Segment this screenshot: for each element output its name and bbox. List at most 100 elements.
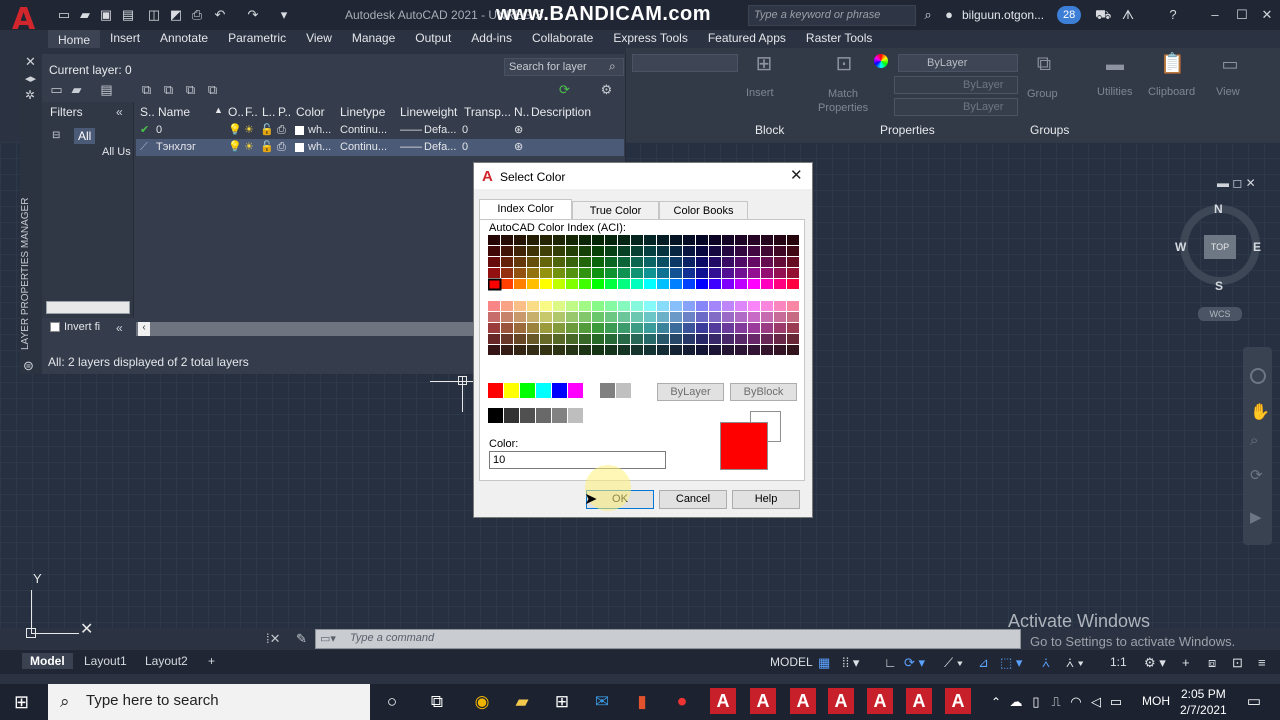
autocad-taskbar-icon[interactable]: A — [828, 688, 854, 714]
office-icon[interactable]: ▮ — [630, 690, 654, 714]
polar-icon[interactable]: ⟳ ▾ — [904, 655, 925, 671]
view-label[interactable]: View — [1216, 86, 1240, 98]
tab-insert[interactable]: Insert — [100, 30, 150, 48]
collapse-filters-icon[interactable]: « — [116, 105, 123, 119]
autocad-taskbar-icon[interactable]: A — [945, 688, 971, 714]
tab-raster-tools[interactable]: Raster Tools — [796, 30, 882, 48]
col-transparency[interactable]: Transp... — [464, 105, 511, 119]
tab-color-books[interactable]: Color Books — [659, 201, 748, 220]
layer-color[interactable]: wh... — [308, 122, 331, 139]
user-icon[interactable]: ● — [941, 7, 957, 23]
set-current-icon[interactable]: ⧉ — [204, 82, 221, 98]
palette-properties-icon[interactable]: ✲ — [25, 88, 35, 102]
minimize-icon[interactable]: – — [1206, 7, 1224, 23]
color-input[interactable] — [489, 451, 666, 469]
autocad-taskbar-icon[interactable]: A — [790, 688, 816, 714]
palette-layer-icon[interactable]: ⊜ — [23, 358, 34, 374]
insert-label[interactable]: Insert — [746, 87, 774, 99]
color-combo[interactable]: ByLayer — [898, 54, 1018, 72]
unlock-icon[interactable]: 🔓 — [260, 122, 274, 139]
col-description[interactable]: Description — [531, 105, 591, 119]
utilities-label[interactable]: Utilities — [1097, 86, 1132, 98]
col-linetype[interactable]: Linetype — [340, 105, 385, 119]
tray-battery-icon[interactable]: ▭ — [1104, 690, 1128, 714]
palette-close-icon[interactable]: ✕ — [25, 54, 36, 70]
windows-start-icon[interactable]: ⊞ — [14, 692, 36, 712]
plot-icon[interactable]: ⎙ — [189, 7, 205, 23]
tab-output[interactable]: Output — [405, 30, 461, 48]
col-color[interactable]: Color — [296, 105, 325, 119]
color-wheel-icon[interactable] — [874, 54, 888, 68]
keyword-search-input[interactable]: Type a keyword or phrase — [748, 5, 916, 26]
clipboard-label[interactable]: Clipboard — [1148, 86, 1195, 98]
maximize-icon[interactable]: ☐ — [1233, 7, 1251, 23]
lineweight-toggle-icon[interactable]: ⊿ — [978, 655, 989, 671]
layer-name[interactable]: Тэнхлэг — [156, 139, 196, 156]
new-layer-icon[interactable]: ⧉ — [138, 82, 155, 98]
tab-manage[interactable]: Manage — [342, 30, 405, 48]
vp-freeze-icon[interactable]: ⊛ — [514, 139, 523, 156]
tab-index-color[interactable]: Index Color — [479, 199, 572, 220]
annotation-monitor-icon[interactable]: + — [1182, 655, 1190, 670]
autocad-taskbar-icon[interactable]: A — [906, 688, 932, 714]
layer-name[interactable]: 0 — [156, 122, 162, 139]
undo-icon[interactable]: ↶ — [212, 7, 228, 23]
taskbar-search-input[interactable]: Type here to search — [48, 684, 370, 720]
col-name[interactable]: Name — [158, 105, 190, 119]
col-lock[interactable]: L.. — [262, 105, 275, 119]
filters-scrollbar[interactable] — [46, 301, 130, 314]
color-swatch[interactable] — [295, 126, 304, 135]
sun-icon[interactable]: ☀ — [244, 139, 254, 156]
properties-panel-label[interactable]: Properties — [880, 123, 935, 137]
tab-true-color[interactable]: True Color — [572, 201, 659, 220]
insert-block-icon[interactable]: ⊞ — [752, 54, 776, 82]
col-new-vp-freeze[interactable]: N.. — [514, 105, 529, 119]
help-icon[interactable]: ? — [1165, 7, 1181, 23]
auto-scale-icon[interactable]: ⩑ ▾ — [1066, 655, 1084, 671]
notification-badge[interactable]: 28 — [1057, 6, 1082, 24]
new-layer-vp-frozen-icon[interactable]: ⧉ — [160, 82, 177, 98]
notifications-icon[interactable]: ▭ — [1242, 690, 1266, 714]
palette-autohide-icon[interactable]: ◂▸ — [25, 72, 36, 85]
hardware-accel-icon[interactable]: ⊡ — [1232, 655, 1243, 671]
customize-qa-icon[interactable]: ▾ — [276, 7, 292, 23]
command-customize-icon[interactable]: ✎ — [296, 631, 307, 647]
command-input[interactable]: Type a command — [350, 632, 434, 644]
unlock-icon[interactable]: 🔓 — [260, 139, 274, 156]
osnap-tracking-icon[interactable]: ⟋ ▾ — [944, 655, 963, 671]
layer-list-scrollbar[interactable] — [136, 322, 474, 336]
printer-icon[interactable]: ⎙ — [277, 139, 286, 156]
command-recent-icon[interactable]: ▭▾ — [320, 632, 336, 645]
tab-annotate[interactable]: Annotate — [150, 30, 218, 48]
table-row[interactable]: ⟋ Тэнхлэг 💡 ☀ 🔓 ⎙ wh... Continu... —— De… — [136, 139, 624, 156]
new-filter-icon[interactable]: ▭ — [48, 82, 65, 98]
layer-states-icon[interactable]: ▤ — [98, 82, 115, 98]
tree-item-all-used[interactable]: All Us — [102, 146, 131, 158]
lineweight-combo[interactable]: ByLayer — [894, 98, 1018, 116]
input-language[interactable]: MOH — [1142, 694, 1170, 708]
web-save-icon[interactable]: ◫ — [146, 7, 162, 23]
bulb-on-icon[interactable]: 💡 — [228, 122, 242, 139]
user-name[interactable]: bilguun.otgon... — [962, 8, 1044, 22]
save-as-icon[interactable]: ▤ — [120, 7, 136, 23]
taskbar-clock[interactable]: 2:05 PM 2/7/2021 — [1180, 686, 1227, 718]
delete-layer-icon[interactable]: ⧉ — [182, 82, 199, 98]
printer-icon[interactable]: ⎙ — [277, 122, 286, 139]
selection-cycling-icon[interactable]: ⬚ ▾ — [1000, 655, 1022, 671]
cancel-button[interactable]: Cancel — [659, 490, 727, 509]
save-icon[interactable]: ▣ — [98, 7, 114, 23]
pan-icon[interactable]: ✋ — [1250, 402, 1270, 422]
layer-lineweight[interactable]: Defa... — [424, 122, 456, 139]
bulb-on-icon[interactable]: 💡 — [228, 139, 242, 156]
add-layout-icon[interactable]: + — [200, 653, 223, 669]
col-lineweight[interactable]: Lineweight — [400, 105, 457, 119]
tab-model[interactable]: Model — [22, 653, 73, 669]
aci-palette[interactable] — [488, 235, 800, 359]
col-status[interactable]: S.. — [140, 105, 155, 119]
collapse-filters-bottom-icon[interactable]: « — [116, 321, 123, 335]
viewcube-top[interactable]: TOP — [1204, 235, 1236, 259]
isolate-icon[interactable]: ⧈ — [1208, 655, 1216, 671]
file-explorer-icon[interactable]: ▰ — [510, 690, 534, 714]
task-view-icon[interactable]: ⧉ — [425, 690, 449, 714]
invert-filter-checkbox[interactable] — [50, 322, 60, 332]
